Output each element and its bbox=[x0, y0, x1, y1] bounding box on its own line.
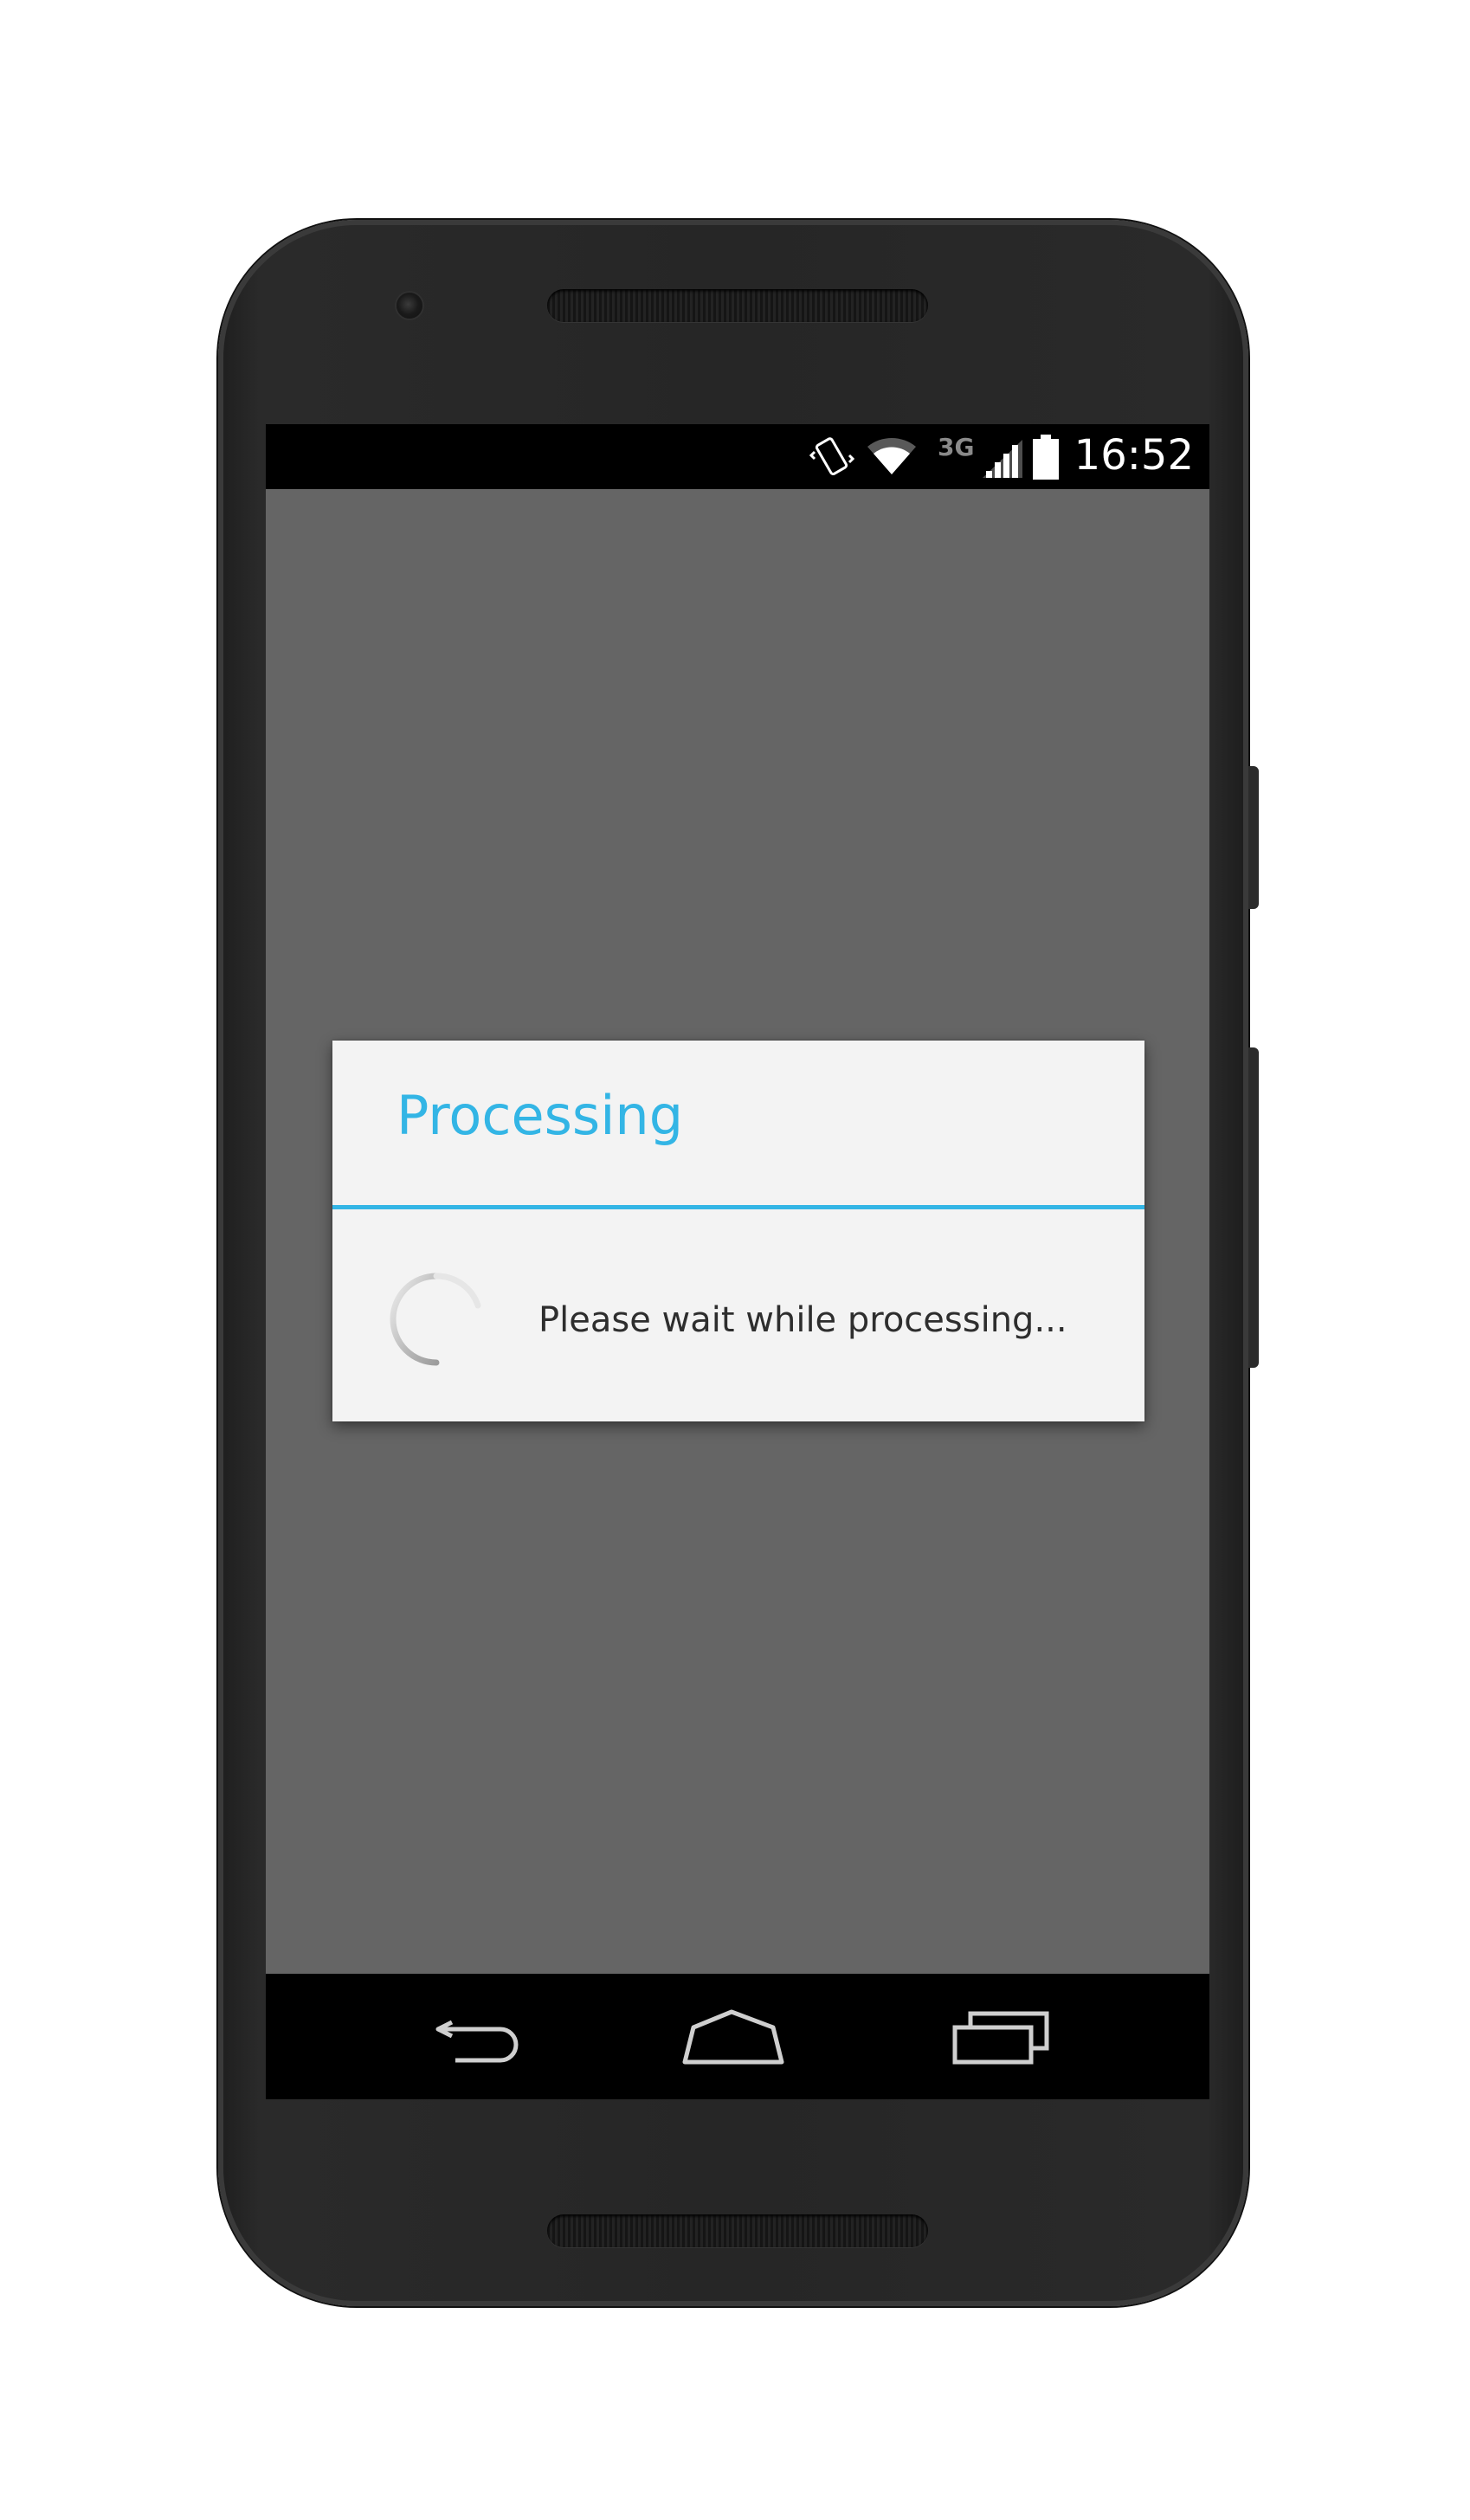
progress-dialog: Processing Please wait while processing.… bbox=[332, 1041, 1144, 1421]
vibrate-icon bbox=[809, 437, 854, 475]
dialog-title-divider bbox=[332, 1205, 1144, 1209]
dialog-message: Please wait while processing... bbox=[538, 1300, 1067, 1340]
back-icon[interactable] bbox=[426, 2007, 530, 2067]
loading-spinner-icon bbox=[390, 1273, 481, 1366]
network-type-label: 3G bbox=[938, 433, 975, 461]
navigation-bar bbox=[266, 1974, 1209, 2099]
bottom-speaker bbox=[547, 2214, 928, 2247]
battery-icon bbox=[1033, 435, 1059, 480]
home-icon[interactable] bbox=[681, 2007, 785, 2067]
front-camera bbox=[397, 293, 422, 319]
signal-icon bbox=[983, 440, 1022, 478]
screen: 3G 16:52 Processing Please wait while pr… bbox=[266, 424, 1209, 2099]
wifi-icon bbox=[867, 437, 916, 474]
earpiece-speaker bbox=[547, 289, 928, 322]
status-time: 16:52 bbox=[1073, 431, 1194, 480]
volume-button[interactable] bbox=[1248, 1047, 1259, 1368]
recents-icon[interactable] bbox=[950, 2007, 1054, 2067]
power-button[interactable] bbox=[1248, 766, 1259, 909]
status-bar: 3G 16:52 bbox=[266, 424, 1209, 489]
dialog-title: Processing bbox=[397, 1084, 684, 1147]
